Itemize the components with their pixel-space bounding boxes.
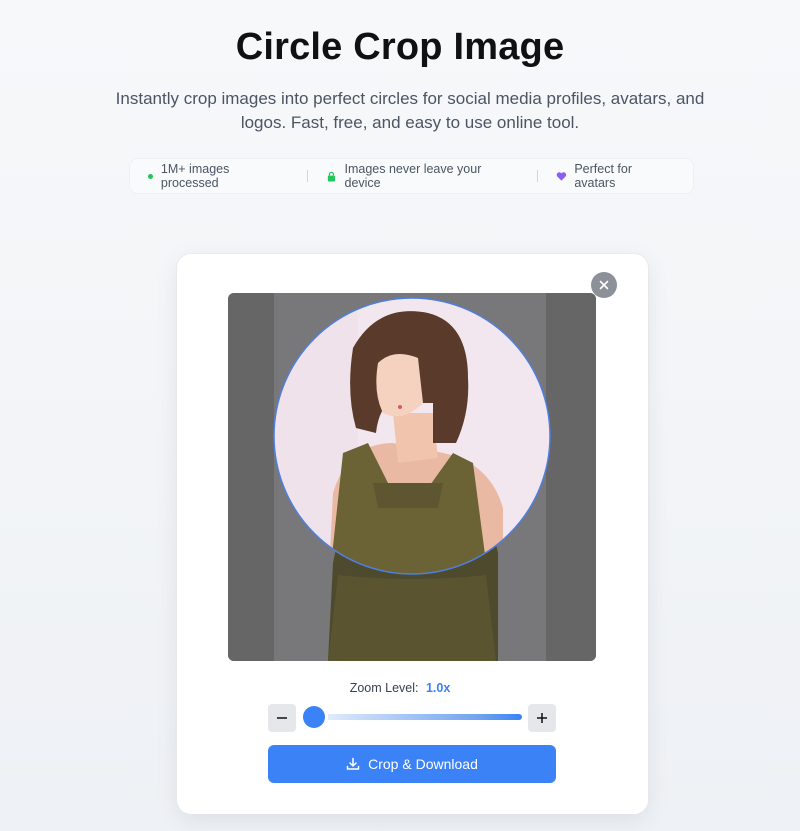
feature-bar: 1M+ images processed Images never leave … — [130, 159, 693, 193]
zoom-level-label: Zoom Level: 1.0x — [0, 681, 800, 695]
heart-icon — [556, 171, 566, 181]
feature-label: 1M+ images processed — [160, 162, 230, 190]
lock-icon — [327, 171, 335, 181]
feature-avatars: Perfect for avatars — [538, 162, 694, 190]
close-button[interactable] — [591, 272, 617, 298]
crop-download-button[interactable]: Crop & Download — [268, 745, 556, 783]
plus-icon — [537, 713, 547, 723]
zoom-label-text: Zoom Level: — [349, 681, 419, 695]
minus-icon — [277, 717, 287, 719]
dot-icon — [148, 173, 153, 179]
crop-canvas[interactable] — [228, 293, 596, 661]
zoom-slider-thumb[interactable] — [303, 706, 325, 728]
close-icon — [599, 280, 609, 290]
zoom-value: 1.0x — [425, 681, 451, 695]
download-label: Crop & Download — [368, 756, 478, 772]
zoom-in-button[interactable] — [528, 704, 556, 732]
photo-preview — [228, 293, 596, 661]
page-subtitle: Instantly crop images into perfect circl… — [115, 89, 705, 132]
feature-privacy: Images never leave your device — [308, 162, 537, 190]
page-title: Circle Crop Image — [235, 26, 565, 68]
feature-images-processed: 1M+ images processed — [130, 162, 307, 190]
zoom-slider-track[interactable] — [314, 714, 522, 720]
feature-label: Perfect for avatars — [574, 162, 633, 190]
feature-label: Images never leave your device — [344, 162, 482, 190]
download-icon — [346, 757, 360, 770]
zoom-out-button[interactable] — [268, 704, 296, 732]
